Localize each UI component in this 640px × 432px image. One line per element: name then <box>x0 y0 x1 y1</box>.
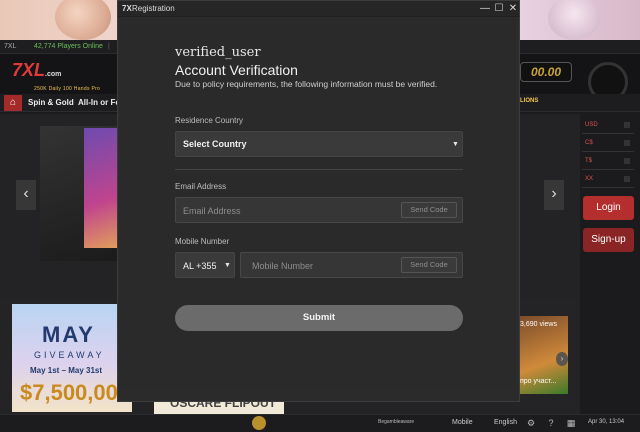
email-placeholder: Email Address <box>183 206 241 216</box>
jackpot-counter: 00.00 <box>520 62 572 82</box>
banner-person-left <box>55 0 111 40</box>
responsible-gambling-link[interactable]: Begambleaware <box>378 419 414 425</box>
app-logo[interactable]: 7XL.com <box>12 60 61 81</box>
country-select-value: Select Country <box>183 139 247 149</box>
residence-country-label: Residence Country <box>175 116 244 125</box>
currency-usd[interactable]: USD <box>582 118 634 134</box>
mobile-label: Mobile Number <box>175 237 230 246</box>
app-footer <box>0 414 640 432</box>
home-icon[interactable]: ⌂ <box>4 95 22 111</box>
nav-spin-gold[interactable]: Spin & Gold <box>28 98 74 107</box>
close-icon[interactable]: ✕ <box>506 2 520 16</box>
verification-description: Due to policy requirements, the followin… <box>175 79 438 89</box>
may-amount: $7,500,000 <box>20 380 131 405</box>
maximize-icon[interactable]: ☐ <box>492 2 506 16</box>
submit-button[interactable]: Submit <box>175 305 463 331</box>
carousel-prev-button[interactable]: ‹ <box>16 180 36 210</box>
minimize-icon[interactable]: — <box>478 2 492 16</box>
email-send-code-button[interactable]: Send Code <box>401 202 457 218</box>
promo-strip: 250K Daily 100 Hands Pro <box>34 86 101 92</box>
footer-badge-icon <box>252 416 266 430</box>
grid-icon[interactable]: ▦ <box>566 418 576 428</box>
mobile-link[interactable]: Mobile <box>452 419 473 426</box>
logo-suffix: .com <box>45 71 62 78</box>
chevron-down-icon: ▼ <box>452 141 459 148</box>
email-label: Email Address <box>175 182 227 191</box>
separator: | <box>108 43 110 50</box>
window-title: Registration <box>132 4 175 13</box>
phone-prefix-value: AL +355 <box>183 261 217 271</box>
divider <box>175 169 463 170</box>
players-online: 42,774 Players Online <box>34 43 103 50</box>
page-title: Account Verification <box>175 62 298 78</box>
carousel-next-button[interactable]: › <box>544 180 564 210</box>
stream-next-button[interactable]: › <box>556 352 568 366</box>
stream-description: про участ... <box>520 378 557 385</box>
may-giveaway-label: GIVEAWAY <box>34 350 105 360</box>
may-dates: May 1st – May 31st <box>30 366 103 375</box>
logo-text: 7XL <box>12 60 46 80</box>
nav-promo-tag: LIONS <box>520 98 539 104</box>
nav-all-in[interactable]: All-In or Fo <box>78 98 120 107</box>
currency-tournament[interactable]: T$ <box>582 154 634 170</box>
currency-other[interactable]: XX <box>582 172 634 188</box>
verified-user-icon: verified_user <box>175 45 261 60</box>
footer-clock: Apr 30, 13:04 <box>588 419 625 425</box>
chevron-down-icon: ▼ <box>224 262 231 269</box>
stream-views: 3,690 views <box>520 321 557 328</box>
login-button[interactable]: Login <box>583 196 634 220</box>
app-brand: 7XL <box>4 43 17 50</box>
settings-icon[interactable]: ⚙ <box>526 418 536 428</box>
registration-window: 7X Registration — ☐ ✕ verified_user Acco… <box>117 0 520 402</box>
may-title: MAY <box>42 322 95 347</box>
help-icon[interactable]: ? <box>546 418 556 428</box>
mobile-placeholder: Mobile Number <box>252 261 314 271</box>
banner-person-right <box>548 0 600 40</box>
window-logo-icon: 7X <box>122 4 132 13</box>
currency-cad[interactable]: C$ <box>582 136 634 152</box>
window-titlebar[interactable]: 7X Registration — ☐ ✕ <box>118 1 519 17</box>
mobile-send-code-button[interactable]: Send Code <box>401 257 457 273</box>
language-selector[interactable]: English <box>494 419 517 426</box>
signup-button[interactable]: Sign-up <box>583 228 634 252</box>
